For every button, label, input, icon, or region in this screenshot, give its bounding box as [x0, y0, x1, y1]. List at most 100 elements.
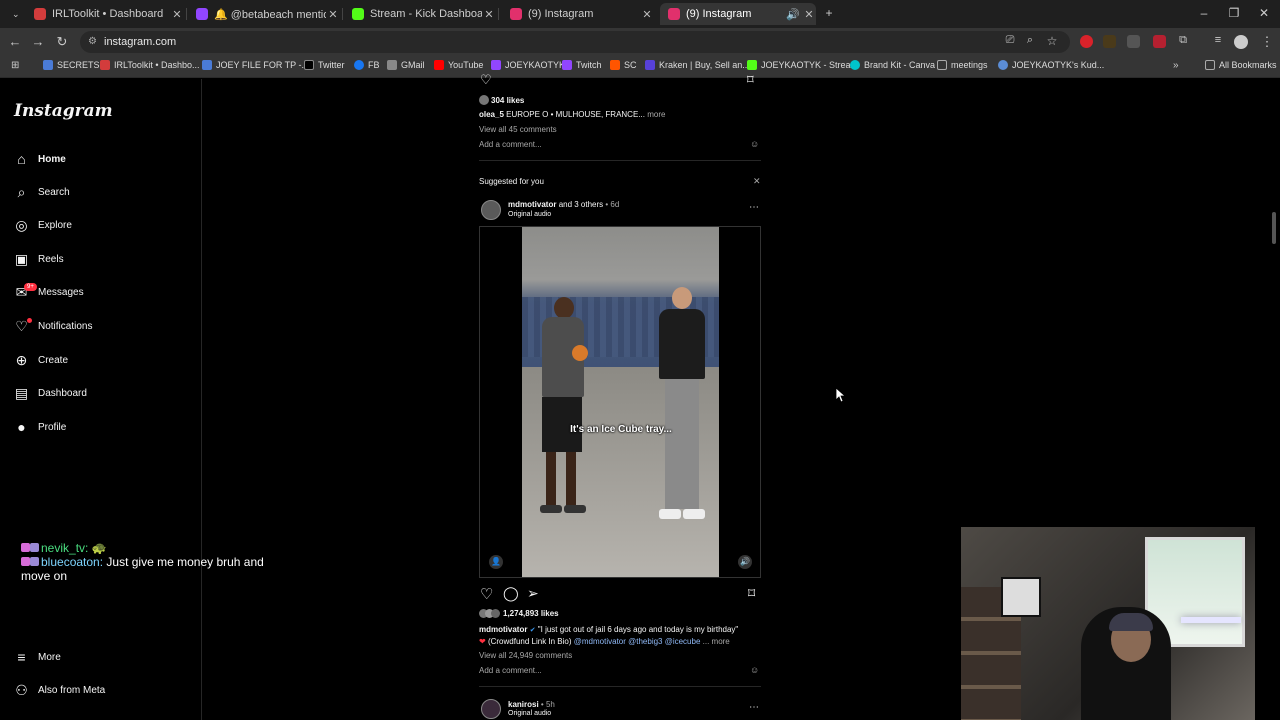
- close-tab-icon[interactable]: ✕: [326, 8, 340, 21]
- new-tab-button[interactable]: +: [819, 6, 839, 20]
- sidebar-item-label: More: [38, 651, 61, 663]
- post-video[interactable]: It's an Ice Cube tray... 👤 🔊: [479, 226, 761, 578]
- dismiss-suggestion-icon[interactable]: ✕: [753, 176, 761, 187]
- bookmark-item[interactable]: Twitter: [304, 60, 345, 70]
- extension-icon[interactable]: [1127, 35, 1140, 48]
- bookmark-item[interactable]: JOEY FILE FOR TP -...: [202, 60, 309, 70]
- tab-instagram-active[interactable]: (9) Instagram 🔊 ✕: [660, 3, 816, 25]
- sidebar-item-more[interactable]: ≡ More: [14, 648, 61, 666]
- like-icon[interactable]: ♡: [480, 72, 492, 88]
- zoom-icon[interactable]: ⌕: [1022, 34, 1038, 47]
- extension-icon[interactable]: [1080, 35, 1093, 48]
- close-tab-icon[interactable]: ✕: [640, 8, 654, 21]
- emoji-icon[interactable]: ☺: [750, 665, 759, 675]
- extensions-puzzle-icon[interactable]: ⧉: [1175, 34, 1191, 47]
- bookmark-item[interactable]: SECRETS: [43, 60, 100, 70]
- tagged-people-icon[interactable]: 👤: [489, 555, 503, 569]
- bookmark-item[interactable]: Kraken | Buy, Sell an...: [645, 60, 750, 70]
- original-audio-link[interactable]: Original audio: [508, 211, 551, 218]
- apps-grid-icon[interactable]: ⊞: [11, 60, 19, 71]
- bookmark-item[interactable]: FB: [354, 60, 380, 70]
- bookmark-item[interactable]: IRLToolkit • Dashbo...: [100, 60, 200, 70]
- site-info-icon[interactable]: ⚙: [88, 31, 97, 53]
- tab-kick-dashboard[interactable]: Stream - Kick Dashboard ✕: [344, 3, 496, 25]
- media-controls-icon[interactable]: ≡: [1210, 34, 1226, 46]
- post-header: mdmotivator and 3 others • 6d: [508, 200, 619, 209]
- sidebar-item-notifications[interactable]: ♡ Notifications: [14, 317, 92, 335]
- original-audio-link[interactable]: Original audio: [508, 710, 551, 717]
- all-bookmarks-button[interactable]: All Bookmarks: [1205, 60, 1277, 70]
- bookmark-item[interactable]: YouTube: [434, 60, 483, 70]
- forward-button[interactable]: →: [30, 34, 46, 49]
- install-app-icon[interactable]: ⎚: [1002, 34, 1018, 47]
- avatar[interactable]: [481, 699, 501, 719]
- bookmark-item[interactable]: GMail: [387, 60, 425, 70]
- sidebar-item-explore[interactable]: ◎ Explore: [14, 216, 72, 234]
- post-username[interactable]: mdmotivator: [508, 200, 556, 209]
- extension-icon[interactable]: [1153, 35, 1166, 48]
- caption-username[interactable]: mdmotivator: [479, 625, 527, 634]
- bookmark-label: SC: [624, 60, 637, 70]
- close-tab-icon[interactable]: ✕: [170, 8, 184, 21]
- emoji-icon[interactable]: ☺: [750, 139, 759, 149]
- tab-search-button[interactable]: ⌄: [4, 3, 22, 25]
- sidebar-item-also-from-meta[interactable]: ⚇ Also from Meta: [14, 681, 105, 699]
- post-username[interactable]: kanirosi: [508, 700, 539, 709]
- sidebar-item-dashboard[interactable]: ▤ Dashboard: [14, 384, 87, 402]
- tab-betabeach[interactable]: 🔔 @betabeach mentioned yo... ✕: [188, 3, 340, 25]
- sidebar-item-profile[interactable]: ● Profile: [14, 418, 66, 436]
- restore-button[interactable]: ❐: [1224, 6, 1244, 20]
- tab-title: (9) Instagram: [686, 8, 752, 20]
- page-scrollbar[interactable]: [1272, 212, 1276, 244]
- like-icon[interactable]: ♡: [480, 585, 493, 603]
- tab-instagram[interactable]: (9) Instagram ✕: [502, 3, 654, 25]
- add-comment-input[interactable]: Add a comment...: [479, 666, 542, 675]
- add-comment-input[interactable]: Add a comment...: [479, 140, 542, 149]
- sidebar-item-search[interactable]: ⌕ Search: [14, 183, 70, 201]
- sidebar-item-reels[interactable]: ▣ Reels: [14, 250, 64, 268]
- bookmark-item[interactable]: Brand Kit - Canva: [850, 60, 935, 70]
- sidebar-item-home[interactable]: ⌂ Home: [14, 150, 66, 168]
- more-options-icon[interactable]: ⋯: [749, 202, 759, 213]
- view-comments-link[interactable]: View all 45 comments: [479, 125, 557, 134]
- close-window-button[interactable]: ✕: [1254, 6, 1274, 20]
- likes-count[interactable]: 1,274,893 likes: [479, 609, 559, 618]
- back-button[interactable]: ←: [7, 34, 23, 49]
- more-options-icon[interactable]: ⋯: [749, 702, 759, 713]
- bookmarks-overflow-icon[interactable]: »: [1173, 60, 1179, 71]
- audio-playing-icon[interactable]: 🔊: [786, 8, 800, 21]
- profile-avatar-icon[interactable]: [1234, 35, 1248, 49]
- share-icon[interactable]: ➢: [527, 585, 539, 602]
- likes-count[interactable]: 304 likes: [479, 95, 524, 105]
- sidebar-item-create[interactable]: ⊕ Create: [14, 351, 68, 369]
- menu-kebab-icon[interactable]: ⋮: [1259, 34, 1275, 50]
- caption-mentions[interactable]: @mdmotivator @thebig3 @icecube: [574, 637, 701, 646]
- close-tab-icon[interactable]: ✕: [802, 8, 816, 21]
- tab-irltoolkit[interactable]: IRLToolkit • Dashboard ✕: [26, 3, 184, 25]
- volume-icon[interactable]: 🔊: [738, 555, 752, 569]
- more-link[interactable]: more: [647, 110, 665, 119]
- avatar[interactable]: [481, 200, 501, 220]
- comment-icon[interactable]: ◯: [503, 585, 519, 602]
- save-icon[interactable]: ⌑: [748, 585, 755, 602]
- close-tab-icon[interactable]: ✕: [482, 8, 496, 21]
- view-comments-link[interactable]: View all 24,949 comments: [479, 651, 572, 660]
- bookmark-folder[interactable]: meetings: [937, 60, 988, 70]
- bookmark-item[interactable]: JOEYKAOTYK's Kud...: [998, 60, 1104, 70]
- collab-others[interactable]: and 3 others: [559, 200, 603, 209]
- more-link[interactable]: ... more: [703, 637, 730, 646]
- bookmark-item[interactable]: JOEYKAOTYK: [491, 60, 565, 70]
- save-icon[interactable]: ⌑: [747, 72, 754, 88]
- bookmark-item[interactable]: JOEYKAOTYK - Strea...: [747, 60, 858, 70]
- reload-button[interactable]: ↻: [54, 34, 70, 50]
- toolbar: ← → ↻ ⚙ instagram.com ⎚ ⌕ ☆ ⧉ ≡ ⋮: [0, 28, 1280, 56]
- bookmark-star-icon[interactable]: ☆: [1044, 34, 1060, 48]
- bookmark-item[interactable]: SC: [610, 60, 637, 70]
- caption-username[interactable]: olea_5: [479, 110, 504, 119]
- instagram-logo[interactable]: Instagram: [14, 101, 113, 121]
- extension-icon[interactable]: [1103, 35, 1116, 48]
- minimize-button[interactable]: –: [1194, 6, 1214, 20]
- bookmark-item[interactable]: Twitch: [562, 60, 602, 70]
- home-icon: ⌂: [17, 151, 26, 167]
- address-bar[interactable]: ⚙ instagram.com: [80, 31, 1070, 53]
